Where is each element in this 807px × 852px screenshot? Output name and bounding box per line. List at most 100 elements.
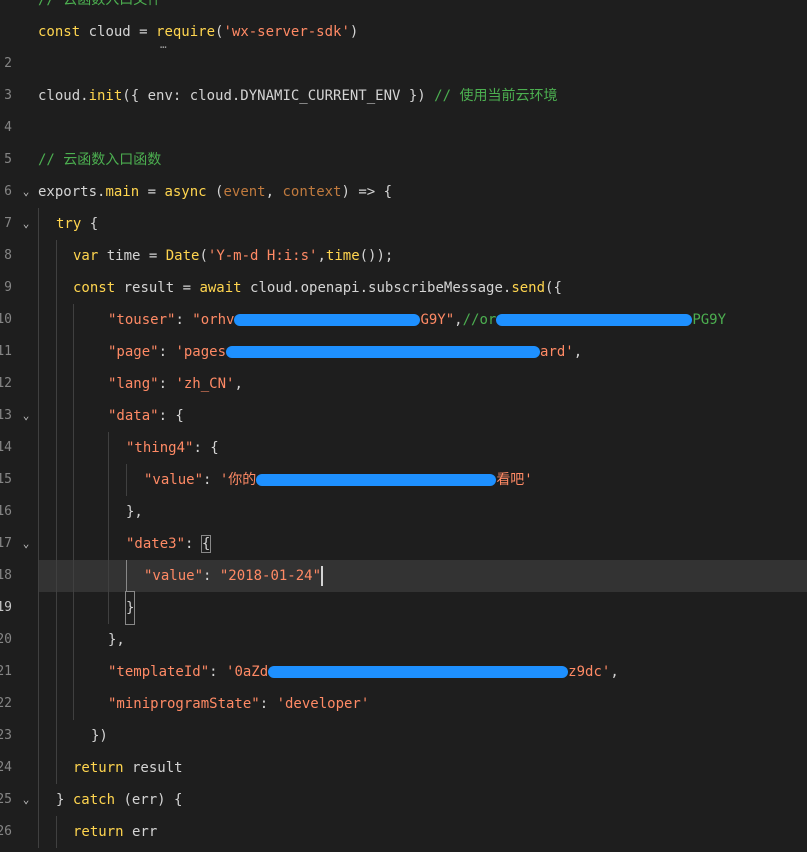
code-text: // 云函数入口函数 [38,152,162,168]
bracket-match: } [124,591,136,625]
token: : [158,344,176,360]
indent-guide [38,272,39,304]
indent-guide [56,720,57,752]
token: ({ [545,280,562,296]
code-line-16[interactable]: 16 "value": '你的 看吧' [0,464,807,519]
token: cloud = [80,24,157,40]
token-keyword: const [73,280,116,296]
code-text: "templateId": '0aZd z9dc', [108,656,619,688]
token-keyword: async [164,184,207,200]
indent-guide [38,624,39,656]
code-text: return result [73,752,183,784]
code-text: "page": 'pages ard', [108,336,582,368]
code-line-5[interactable]: 5 [0,112,807,167]
token-function: send [511,280,546,296]
token-keyword: return [73,824,124,840]
token-param: event [223,184,266,200]
token-string: 'developer' [276,696,370,712]
code-line-7[interactable]: 7 ⌄ exports.main = async (event, context… [0,176,807,231]
code-line-17[interactable]: 17 }, [0,496,807,551]
token: : [209,664,227,680]
token-string: z9dc' [568,664,611,680]
indent-guide [108,560,109,592]
indent-guide [73,528,74,560]
token-string: "value" [144,568,204,584]
code-editor[interactable]: // 云函数入口文件 2 const cloud = require('wx-s… [0,0,807,852]
code-line-27[interactable]: 27 return err [0,816,807,848]
token-function: Date [165,248,200,264]
code-text: "date3": { [126,528,212,560]
token: : [203,568,220,584]
token-string: "lang" [108,376,159,392]
indent-guide [73,688,74,720]
indent-guide [73,400,74,432]
code-line-26[interactable]: 26 ⌄ } catch (err) { [0,784,807,839]
indent-guide [38,368,39,400]
token: exports. [38,184,106,200]
code-line-24[interactable]: 24 }) [0,720,807,775]
token: : { [158,408,184,424]
indent-guide [56,496,57,528]
indent-guide [38,464,39,496]
code-line-1[interactable]: // 云函数入口文件 [0,0,807,16]
indent-guide [73,624,74,656]
token-string: 'pages [175,344,227,360]
indent-guide [38,336,39,368]
code-line-3[interactable]: 3 [0,48,807,103]
indent-guide-active [126,560,127,592]
token-function: time [325,248,360,264]
token-keyword: catch [72,792,116,808]
bracket-match: { [200,535,212,553]
code-line-4[interactable]: 4 cloud.init({ env: cloud.DYNAMIC_CURREN… [0,80,807,135]
token-function: init [88,88,123,104]
fold-chevron-icon[interactable]: ⌄ [20,784,32,816]
code-line-14[interactable]: 14 ⌄ "data": { [0,400,807,455]
token-string: "data" [108,408,159,424]
indent-guide [56,656,57,688]
token: : { [193,440,219,456]
indent-guide [56,432,57,464]
code-text: } catch (err) { [56,784,182,816]
code-line-6[interactable]: 6 // 云函数入口函数 [0,144,807,199]
token: : [175,312,193,328]
code-line-23[interactable]: 23 "miniprogramState": 'developer' [0,688,807,743]
fold-chevron-icon[interactable]: ⌄ [20,208,32,240]
code-line-12[interactable]: 12 "page": 'pages ard', [0,336,807,391]
line-number: 27 [0,848,12,852]
token: ) [349,24,359,40]
code-line-20[interactable]: 20 } [0,591,807,647]
code-line-2[interactable]: 2 const cloud = require('wx-server-sdk') [0,16,807,71]
fold-chevron-icon[interactable]: ⌄ [20,176,32,208]
code-text: const cloud = require('wx-server-sdk') [38,16,358,48]
indent-guide [73,496,74,528]
code-line-22[interactable]: 22 "templateId": '0aZd z9dc', [0,656,807,711]
code-line-18[interactable]: 18 ⌄ "date3": { [0,528,807,583]
code-line-13[interactable]: 13 "lang": 'zh_CN', [0,368,807,423]
indent-guide [73,368,74,400]
fold-chevron-icon[interactable]: ⌄ [20,528,32,560]
code-text: var time = Date('Y-m-d H:i:s',time()); [73,240,393,272]
token-keyword: await [199,280,242,296]
code-line-19[interactable]: 19 "value": "2018-01-24" [0,560,807,615]
indent-guide [56,304,57,336]
indent-guide [56,816,57,848]
token-string: "templateId" [108,664,210,680]
code-text: "touser": "orhv G9Y",//or PG9Y [108,304,726,336]
code-line-9[interactable]: 9 var time = Date('Y-m-d H:i:s',time()); [0,240,807,295]
indent-guide [38,304,39,336]
code-line-15[interactable]: 15 "thing4": { [0,432,807,487]
code-line-8[interactable]: 8 ⌄ try { [0,208,807,263]
indent-guide [56,592,57,624]
indent-guide [73,304,74,336]
token-string: "2018-01-24" [219,568,322,584]
code-line-10[interactable]: 10 const result = await cloud.openapi.su… [0,272,807,327]
token: result = [115,280,200,296]
indent-guide [56,464,57,496]
indent-guide [108,592,109,624]
indent-guide [108,464,109,496]
fold-chevron-icon[interactable]: ⌄ [20,400,32,432]
token-string: "page" [108,344,159,360]
code-line-11[interactable]: 11 "touser": "orhv G9Y",//or PG9Y [0,304,807,359]
code-line-21[interactable]: 21 }, [0,624,807,679]
code-line-25[interactable]: 25 return result [0,752,807,807]
